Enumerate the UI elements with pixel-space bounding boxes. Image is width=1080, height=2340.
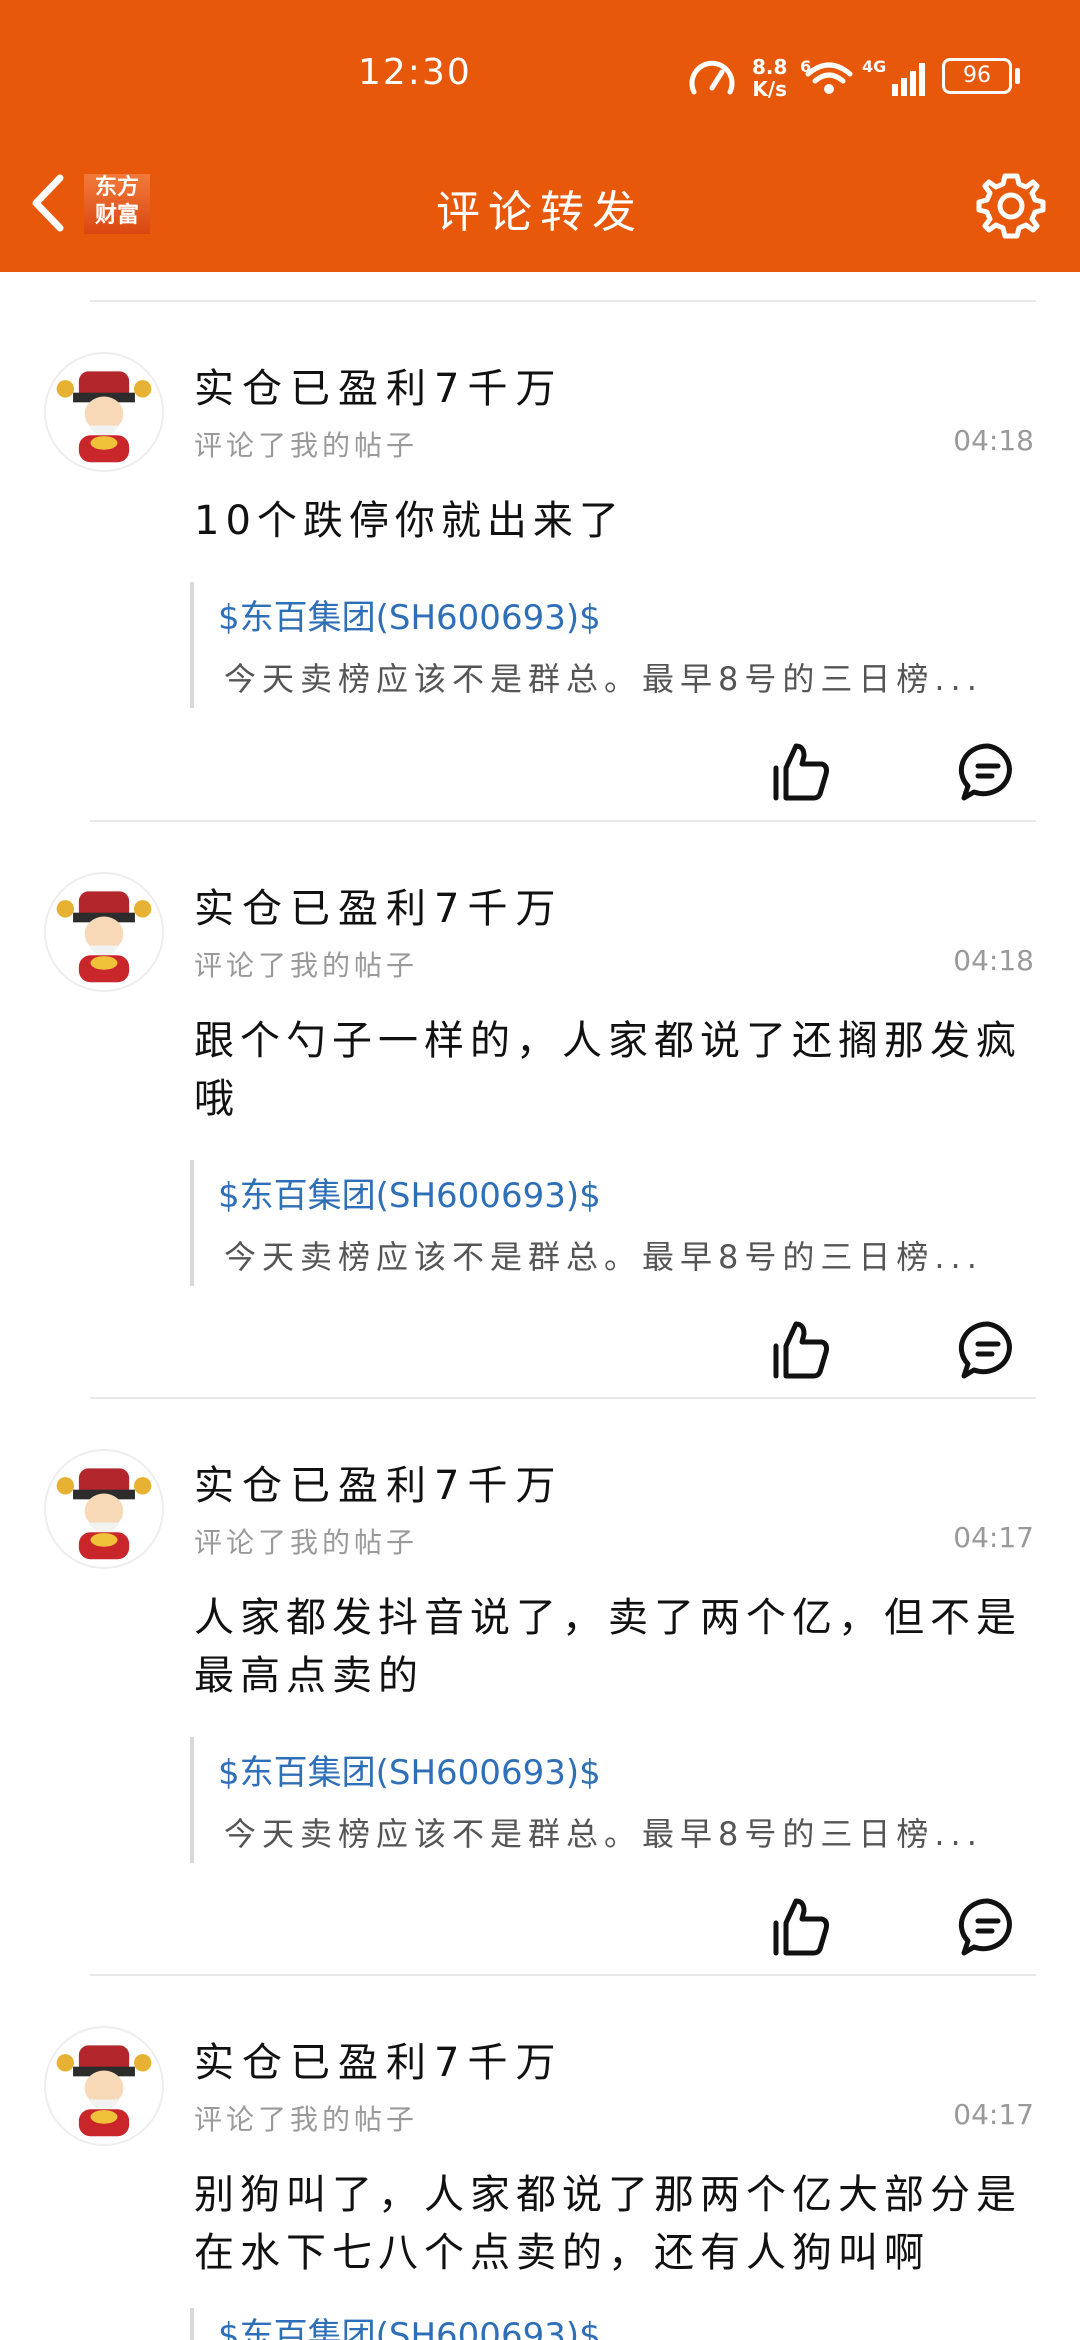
divider [90, 820, 1036, 822]
avatar[interactable] [44, 1449, 164, 1569]
cell-type: 4G [862, 58, 886, 76]
quoted-post[interactable]: $东百集团(SH600693)$ 今天卖榜应该不是群总。最早8号的三日榜... [190, 582, 1040, 708]
quoted-snippet: 今天卖榜应该不是群总。最早8号的三日榜... [224, 1815, 983, 1853]
thumbs-up-icon[interactable] [770, 1897, 832, 1957]
comment-time: 04:17 [953, 1521, 1034, 1554]
divider [90, 300, 1036, 302]
comment-action: 评论了我的帖子 [194, 2103, 419, 2136]
net-speed-unit: K/s [752, 77, 788, 101]
battery-tip [1015, 68, 1020, 84]
comment-text: 别狗叫了，人家都说了那两个亿大部分是在水下七八个点卖的，还有人狗叫啊 [194, 2172, 1022, 2276]
comment-action: 评论了我的帖子 [194, 1526, 419, 1559]
comment-text: 人家都发抖音说了，卖了两个亿，但不是最高点卖的 [194, 1595, 1022, 1699]
thumbs-up-icon[interactable] [770, 1320, 832, 1380]
page-title: 评论转发 [436, 187, 644, 238]
stock-link[interactable]: $东百集团(SH600693)$ [218, 2308, 601, 2340]
stock-link[interactable]: $东百集团(SH600693)$ [218, 590, 601, 639]
comment-action: 评论了我的帖子 [194, 949, 419, 982]
comment-time: 04:17 [953, 2098, 1034, 2131]
stock-link[interactable]: $东百集团(SH600693)$ [218, 1168, 601, 1217]
quoted-post[interactable]: $东百集团(SH600693)$ 今天卖榜应该不是群总。最早8号的三日榜... [190, 1160, 1040, 1286]
comment-user-name[interactable]: 实仓已盈利7千万 [194, 2030, 563, 2088]
status-time: 12:30 [358, 52, 472, 93]
avatar[interactable] [44, 352, 164, 472]
app-header: 12:30 8.8 K/s 6 4G 96 东方 财富 评论转发 [0, 0, 1080, 272]
net-speed-value: 8.8 [752, 55, 788, 79]
cell-signal-icon: 4G [862, 58, 925, 96]
wifi-icon: 6 [800, 58, 853, 94]
avatar[interactable] [44, 872, 164, 992]
comment-text: 10个跌停你就出来了 [194, 498, 625, 544]
quoted-post[interactable]: $东百集团(SH600693)$ [190, 2308, 1040, 2340]
comment-bubble-icon[interactable] [958, 1320, 1018, 1380]
fortune-god-avatar-icon [56, 1468, 152, 1560]
comment-user-name[interactable]: 实仓已盈利7千万 [194, 1453, 563, 1511]
fortune-god-avatar-icon [56, 891, 152, 983]
comment-item[interactable]: 实仓已盈利7千万 评论了我的帖子 04:17 别狗叫了，人家都说了那两个亿大部分… [0, 1974, 1080, 2340]
comment-item[interactable]: 实仓已盈利7千万 评论了我的帖子 04:18 跟个勺子一样的，人家都说了还搁那发… [0, 820, 1080, 1400]
status-bar: 12:30 8.8 K/s 6 4G 96 [0, 0, 1080, 150]
comment-bubble-icon[interactable] [958, 742, 1018, 802]
network-speed-icon [689, 60, 735, 95]
comment-time: 04:18 [953, 944, 1034, 977]
quoted-post[interactable]: $东百集团(SH600693)$ 今天卖榜应该不是群总。最早8号的三日榜... [190, 1737, 1040, 1863]
thumbs-up-icon[interactable] [770, 742, 832, 802]
comment-item[interactable]: 实仓已盈利7千万 评论了我的帖子 04:18 10个跌停你就出来了 $东百集团(… [0, 300, 1080, 880]
comment-user-name[interactable]: 实仓已盈利7千万 [194, 876, 563, 934]
net-speed: 8.8 K/s [752, 56, 787, 100]
comment-item[interactable]: 实仓已盈利7千万 评论了我的帖子 04:17 人家都发抖音说了，卖了两个亿，但不… [0, 1397, 1080, 1977]
avatar[interactable] [44, 2026, 164, 2146]
battery-indicator: 96 [942, 58, 1012, 94]
gear-icon[interactable] [976, 172, 1046, 242]
comment-time: 04:18 [953, 424, 1034, 457]
stock-link[interactable]: $东百集团(SH600693)$ [218, 1745, 601, 1794]
comment-user-name[interactable]: 实仓已盈利7千万 [194, 356, 563, 414]
divider [90, 1397, 1036, 1399]
divider [90, 1974, 1036, 1976]
fortune-god-avatar-icon [56, 2045, 152, 2137]
quoted-snippet: 今天卖榜应该不是群总。最早8号的三日榜... [224, 1238, 983, 1276]
comment-bubble-icon[interactable] [958, 1897, 1018, 1957]
quoted-snippet: 今天卖榜应该不是群总。最早8号的三日榜... [224, 660, 983, 698]
comment-action: 评论了我的帖子 [194, 429, 419, 462]
fortune-god-avatar-icon [56, 371, 152, 463]
comment-text: 跟个勺子一样的，人家都说了还搁那发疯哦 [194, 1018, 1022, 1122]
